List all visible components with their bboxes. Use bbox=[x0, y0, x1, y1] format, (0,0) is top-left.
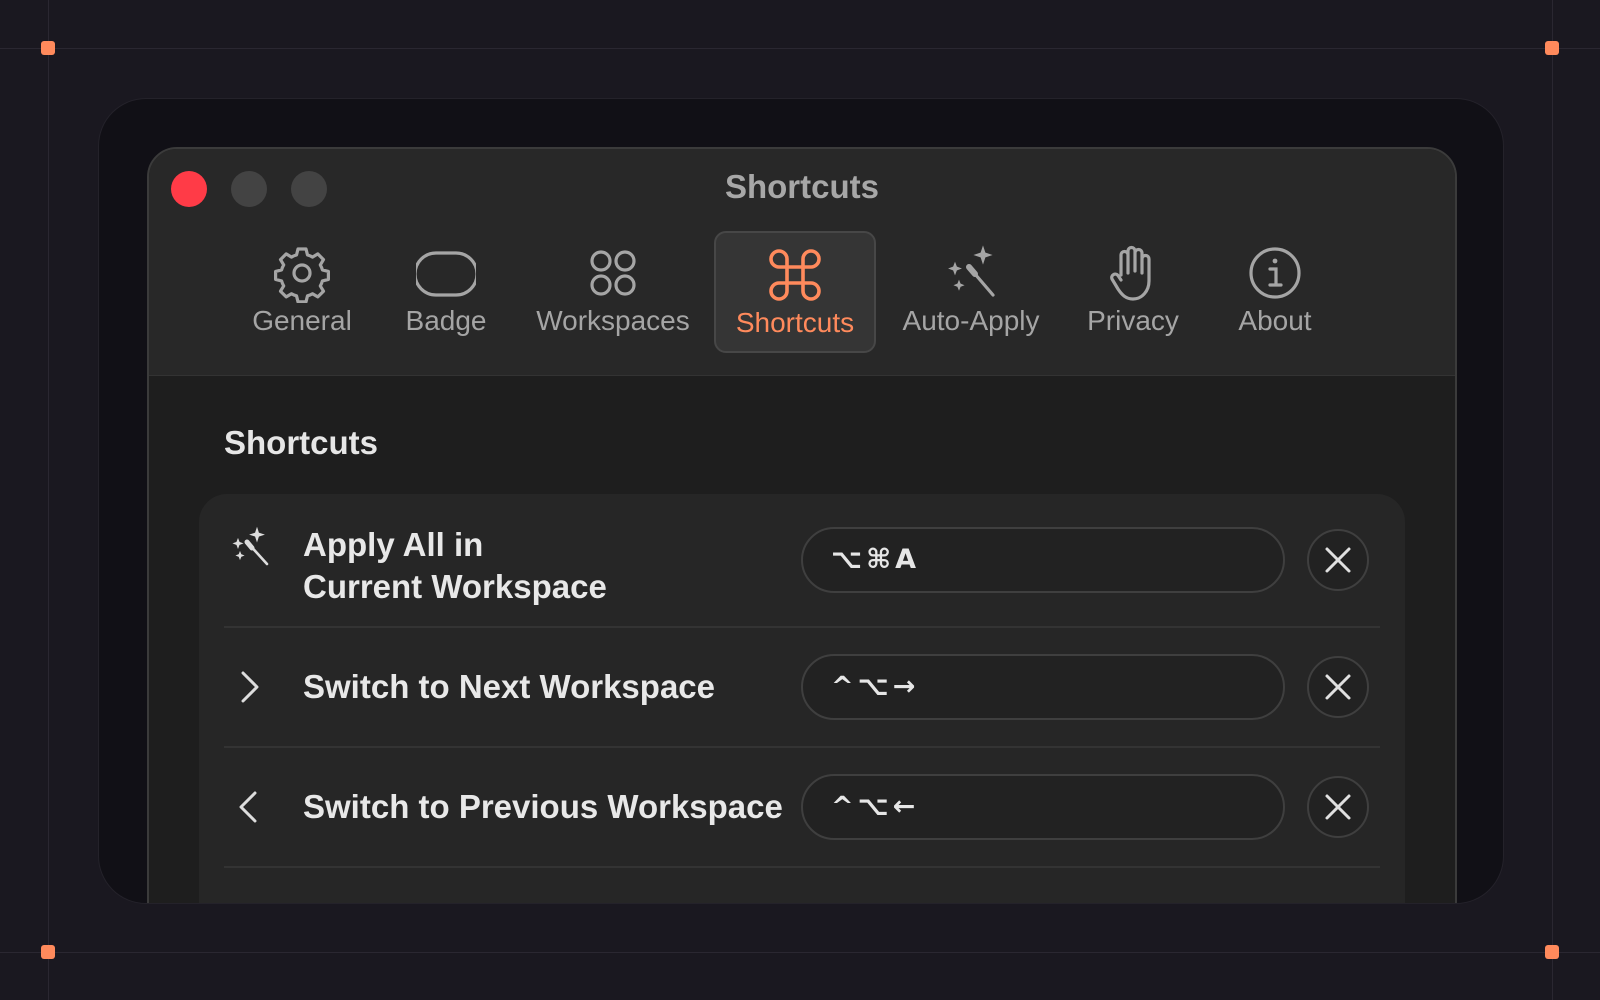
close-icon bbox=[1325, 674, 1351, 700]
list-item-next-workspace: Switch to Next Workspace ^⌥→ bbox=[199, 628, 1405, 746]
shortcut-label-line2: Current Workspace bbox=[303, 568, 607, 605]
settings-tab-bar: General Badge Workspaces Shortcuts Auto-… bbox=[149, 231, 1455, 355]
info-icon bbox=[1245, 243, 1305, 303]
chevron-left-icon bbox=[229, 786, 271, 828]
tab-workspaces[interactable]: Workspaces bbox=[525, 231, 701, 353]
chevron-right-icon bbox=[229, 666, 271, 708]
tab-auto-apply-label: Auto-Apply bbox=[902, 305, 1040, 336]
tab-about-label: About bbox=[1238, 305, 1312, 336]
shortcuts-list: Apply All in Current Workspace ⌥⌘A Switc… bbox=[199, 494, 1405, 903]
tab-shortcuts-label: Shortcuts bbox=[735, 307, 855, 338]
clear-shortcut-button[interactable] bbox=[1307, 529, 1369, 591]
list-item-apply-all: Apply All in Current Workspace ⌥⌘A bbox=[199, 494, 1405, 626]
window-toolbar: Shortcuts General Badge Workspaces Short… bbox=[149, 149, 1455, 376]
shortcut-recorder-field[interactable]: ^⌥→ bbox=[801, 654, 1285, 720]
corner-handle-bottom-left[interactable] bbox=[41, 945, 55, 959]
shortcut-label: Switch to Previous Workspace bbox=[303, 788, 783, 825]
corner-handle-top-right[interactable] bbox=[1545, 41, 1559, 55]
guide-line-right bbox=[1552, 0, 1553, 1000]
tab-shortcuts[interactable]: Shortcuts bbox=[714, 231, 876, 353]
settings-window: Shortcuts General Badge Workspaces Short… bbox=[147, 147, 1457, 903]
tab-badge-label: Badge bbox=[405, 305, 487, 336]
four-circles-icon bbox=[583, 243, 643, 303]
section-title: Shortcuts bbox=[224, 424, 379, 461]
tab-workspaces-label: Workspaces bbox=[536, 305, 690, 336]
guide-line-top bbox=[0, 48, 1600, 49]
shortcut-recorder-field[interactable]: ⌥⌘A bbox=[801, 527, 1285, 593]
rounded-rect-icon bbox=[416, 243, 476, 303]
tab-general[interactable]: General bbox=[237, 231, 367, 353]
tab-privacy[interactable]: Privacy bbox=[1073, 231, 1193, 353]
tab-privacy-label: Privacy bbox=[1087, 305, 1179, 336]
shortcut-label-line1: Apply All in bbox=[303, 526, 484, 563]
clear-shortcut-button[interactable] bbox=[1307, 656, 1369, 718]
gear-icon bbox=[272, 243, 332, 303]
guide-line-left bbox=[48, 0, 49, 1000]
list-item-previous-workspace: Switch to Previous Workspace ^⌥← bbox=[199, 748, 1405, 866]
magic-wand-icon bbox=[229, 526, 271, 568]
magic-wand-icon bbox=[941, 243, 1001, 303]
guide-line-bottom bbox=[0, 952, 1600, 953]
command-icon bbox=[765, 245, 825, 305]
tab-auto-apply[interactable]: Auto-Apply bbox=[889, 231, 1053, 353]
shortcut-recorder-field[interactable]: ^⌥← bbox=[801, 774, 1285, 840]
tab-badge[interactable]: Badge bbox=[387, 231, 505, 353]
tab-general-label: General bbox=[252, 305, 352, 336]
preview-frame: Shortcuts General Badge Workspaces Short… bbox=[98, 98, 1504, 904]
hand-icon bbox=[1103, 243, 1163, 303]
tab-about[interactable]: About bbox=[1215, 231, 1335, 353]
window-title: Shortcuts bbox=[724, 168, 879, 205]
shortcut-label: Switch to Next Workspace bbox=[303, 668, 716, 705]
close-icon bbox=[1325, 547, 1351, 573]
clear-shortcut-button[interactable] bbox=[1307, 776, 1369, 838]
close-icon bbox=[1325, 794, 1351, 820]
corner-handle-top-left[interactable] bbox=[41, 41, 55, 55]
row-divider bbox=[224, 866, 1380, 868]
corner-handle-bottom-right[interactable] bbox=[1545, 945, 1559, 959]
